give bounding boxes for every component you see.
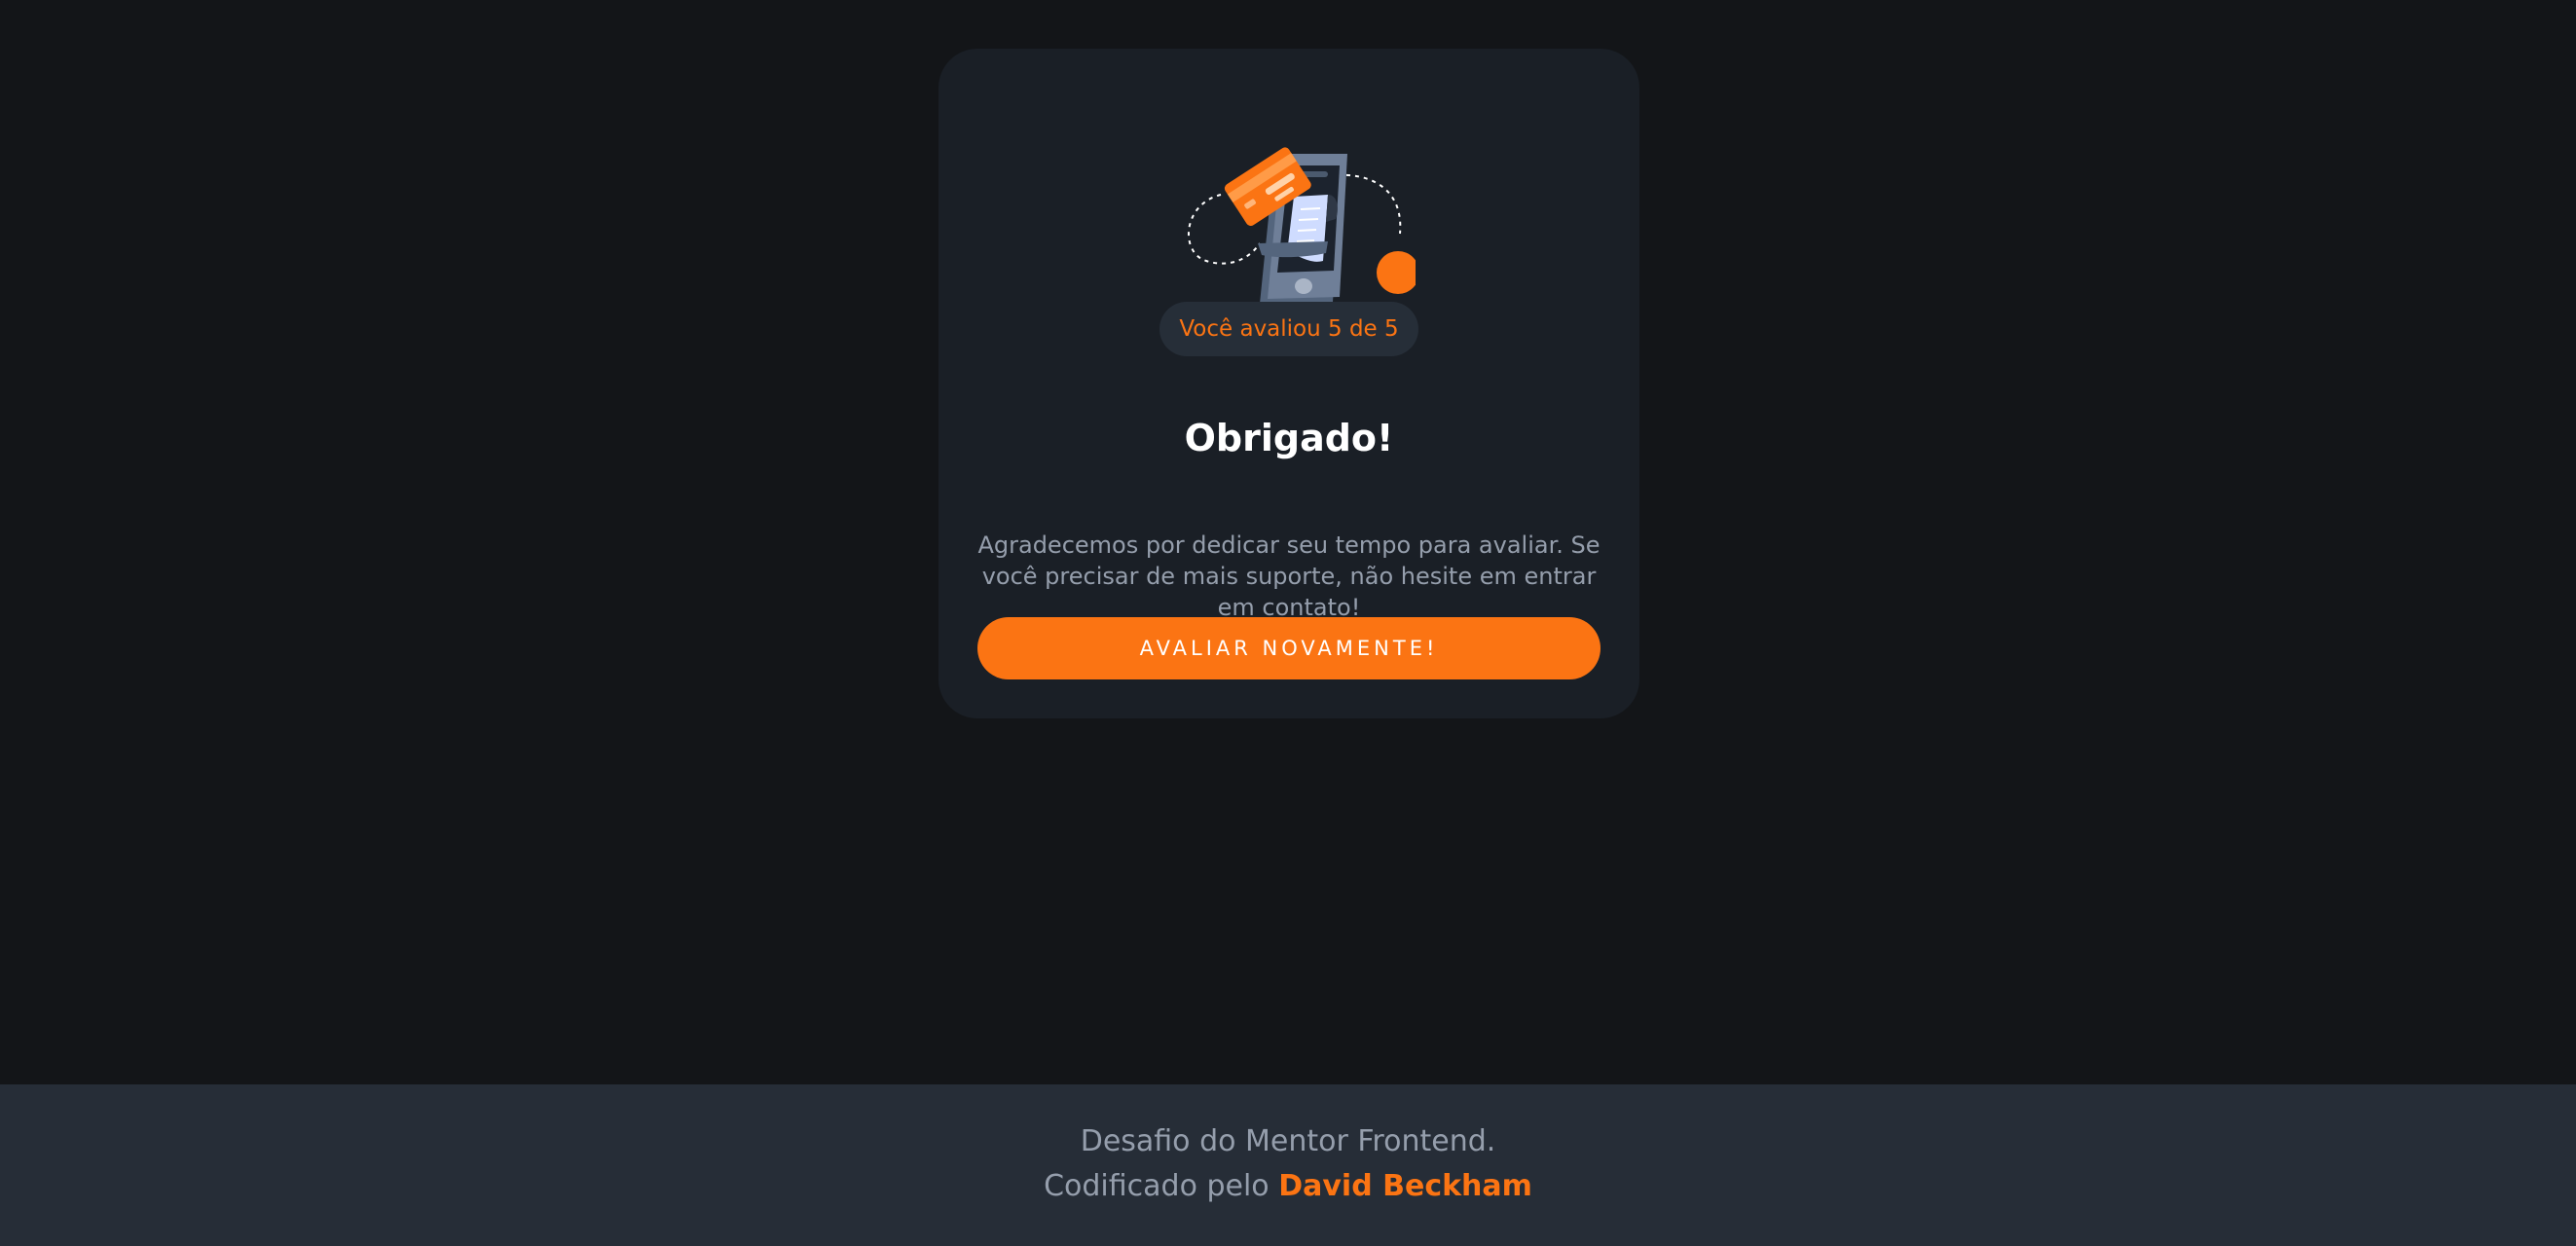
author-link[interactable]: David Beckham: [1278, 1169, 1532, 1203]
page-title: Obrigado!: [1184, 417, 1394, 459]
thank-you-card: Você avaliou 5 de 5 Obrigado! Agradecemo…: [938, 49, 1639, 718]
rating-result-badge: Você avaliou 5 de 5: [1159, 302, 1418, 356]
page-footer: Desafio do Mentor Frontend. Codificado p…: [0, 1084, 2576, 1246]
page-main: Você avaliou 5 de 5 Obrigado! Agradecemo…: [0, 0, 2576, 1084]
thank-you-illustration: [1188, 147, 1416, 304]
thank-you-description: Agradecemos por dedicar seu tempo para a…: [977, 531, 1601, 621]
footer-challenge-text: Desafio do Mentor Frontend.: [1080, 1124, 1496, 1158]
rate-again-button[interactable]: AVALIAR NOVAMENTE!: [977, 617, 1601, 679]
footer-credit-prefix: Codificado pelo: [1044, 1169, 1279, 1203]
footer-credit: Codificado pelo David Beckham: [0, 1164, 2576, 1209]
